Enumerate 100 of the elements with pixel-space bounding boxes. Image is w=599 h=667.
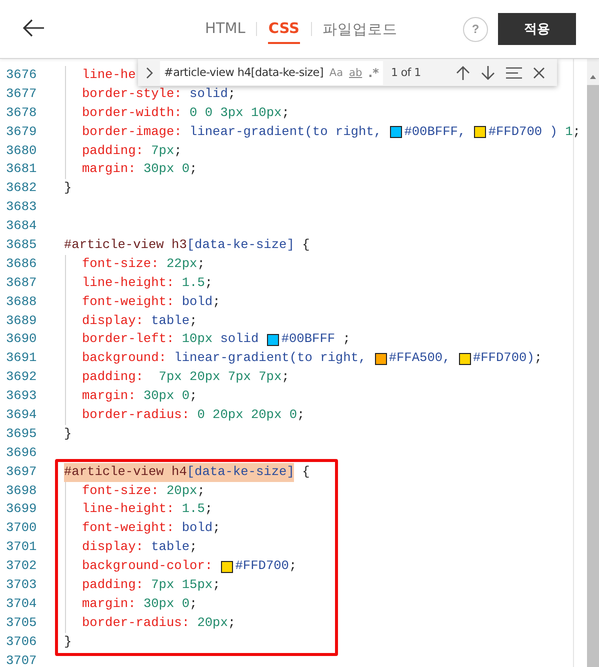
color-swatch[interactable]: [458, 352, 471, 365]
find-input[interactable]: #article-view h4[data-ke-size] Aa ab .*: [160, 60, 383, 84]
close-icon[interactable]: [533, 66, 545, 78]
property-value: 30px 0: [142, 160, 190, 178]
punctuation: ;: [282, 104, 290, 122]
tab[interactable]: HTML: [205, 21, 246, 44]
punctuation: }: [64, 179, 72, 198]
line-number: 3698: [5, 482, 38, 500]
color-swatch[interactable]: [374, 352, 387, 365]
line-number: 3702: [5, 557, 38, 576]
line-number: 3696: [5, 444, 38, 462]
punctuation: ;: [190, 160, 198, 178]
color-swatch[interactable]: [474, 126, 486, 138]
line-number: 3676: [5, 66, 38, 84]
property-name: background-color:: [82, 557, 214, 576]
apply-button[interactable]: 적용: [498, 13, 576, 45]
chevron-right-icon[interactable]: [144, 66, 154, 78]
search-option-toggle[interactable]: Aa: [329, 66, 344, 78]
property-name: border-radius:: [82, 406, 190, 424]
color-swatch[interactable]: [390, 126, 402, 138]
property-name: border-width:: [82, 104, 182, 122]
line-number: 3685: [5, 236, 38, 254]
punctuation: ;: [228, 614, 236, 632]
punctuation: ;: [534, 349, 542, 368]
property-name: padding:: [82, 576, 144, 594]
property-name: border-image:: [82, 122, 182, 141]
property-value: table: [150, 538, 190, 556]
property-value: 1.5: [180, 274, 205, 292]
line-number: 3692: [5, 368, 38, 386]
line-number: 3707: [5, 652, 38, 667]
property-value: 7px 20px 7px 7px: [158, 368, 282, 386]
up-arrow-icon[interactable]: [456, 64, 470, 80]
attribute-selector: [data-ke-size]: [186, 236, 294, 254]
left-arrow-icon: [23, 19, 45, 37]
line-number: 3700: [5, 519, 38, 538]
punctuation: ;: [342, 330, 350, 348]
punctuation: ;: [204, 500, 213, 518]
punctuation: ;: [204, 274, 213, 292]
punctuation: ;: [282, 368, 290, 386]
line-number: 3686: [5, 254, 38, 273]
line-number: 3701: [5, 538, 38, 556]
property-name: font-weight:: [82, 292, 174, 311]
property-name: border-left:: [82, 330, 174, 348]
property-value: 30px 0: [142, 594, 190, 613]
line-number: 3691: [5, 349, 38, 368]
property-value: #FFD700): [472, 349, 534, 368]
property-value: 7px 15px: [150, 576, 213, 594]
back-button[interactable]: [23, 19, 47, 39]
punctuation: ;: [228, 84, 236, 103]
property-name: background:: [82, 349, 166, 368]
punctuation: ;: [289, 557, 297, 576]
property-name: line-height:: [82, 500, 174, 518]
tab[interactable]: CSS: [268, 21, 300, 44]
match-count: 1 of 1: [390, 66, 421, 79]
punctuation: ;: [174, 142, 182, 160]
line-number: 3682: [5, 179, 38, 198]
property-value: 7px: [150, 142, 174, 160]
property-name: font-size:: [82, 254, 159, 273]
punctuation: ;: [212, 576, 220, 594]
property-value: 20px: [196, 614, 228, 632]
property-value: #00BFFF,: [404, 122, 467, 141]
property-name: font-weight:: [82, 519, 174, 538]
help-button[interactable]: ?: [463, 16, 488, 42]
property-value: 0 0 3px 10px: [188, 104, 282, 122]
property-value: 10px: [180, 330, 213, 348]
search-option-toggle[interactable]: ab: [349, 66, 362, 78]
property-value: bold: [180, 292, 213, 311]
punctuation: ;: [190, 538, 198, 556]
punctuation: ;: [190, 312, 198, 330]
line-number: 3688: [5, 292, 38, 311]
lines-icon[interactable]: [506, 66, 522, 78]
punctuation: ;: [190, 387, 198, 406]
punctuation: {: [301, 462, 310, 481]
property-value: linear-gradient(to right,: [173, 349, 368, 368]
tab[interactable]: 파일업로드: [322, 20, 398, 46]
selector-text: #article-view h4: [64, 462, 187, 482]
scrollbar[interactable]: [587, 59, 599, 667]
down-arrow-icon[interactable]: [481, 64, 495, 80]
line-number: 3706: [5, 632, 38, 651]
property-name: font-size:: [82, 482, 159, 500]
property-value: #00BFFF: [281, 330, 336, 348]
punctuation: ;: [212, 519, 220, 538]
property-name: margin:: [82, 594, 136, 613]
property-name: padding:: [82, 368, 144, 386]
line-number: 3704: [5, 594, 38, 613]
punctuation: {: [301, 236, 310, 254]
color-swatch[interactable]: [221, 560, 234, 573]
line-number: 3693: [5, 387, 38, 406]
line-number: 3705: [5, 614, 38, 632]
line-number: 3695: [5, 424, 38, 443]
line-number: 3680: [5, 142, 38, 160]
property-value: 22px: [165, 254, 198, 273]
color-swatch[interactable]: [267, 334, 280, 346]
property-value: 0 20px 20px 0: [196, 406, 298, 424]
search-option-toggle[interactable]: .*: [368, 66, 379, 80]
selector-text: #article-view h3: [64, 236, 187, 254]
punctuation: ;: [572, 122, 580, 141]
property-name: border-radius:: [82, 614, 190, 632]
property-value: linear-gradient(to right,: [188, 122, 383, 141]
property-value: 1: [565, 122, 573, 141]
